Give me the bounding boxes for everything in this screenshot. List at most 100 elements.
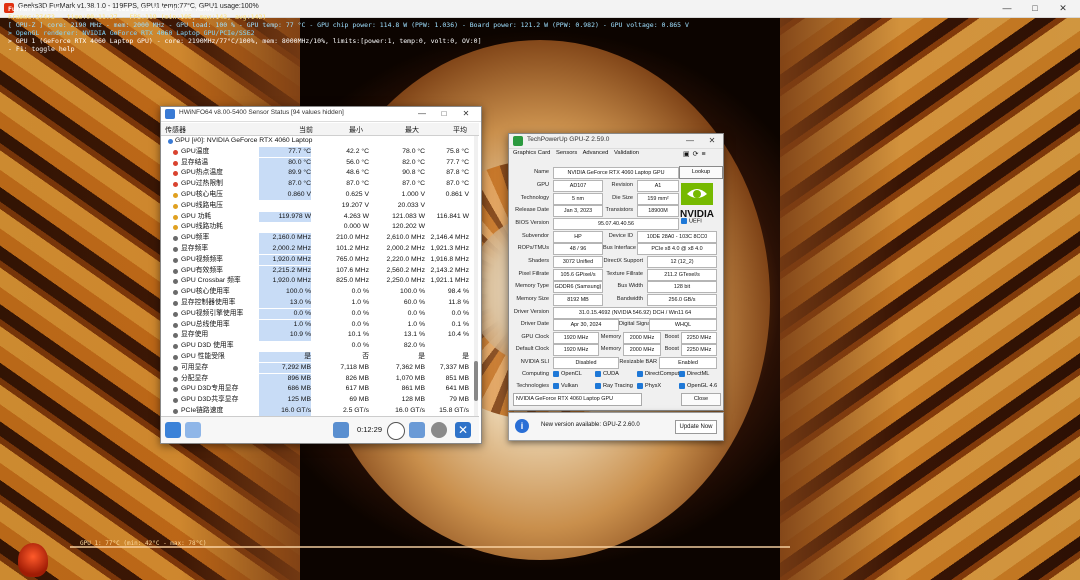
field-value[interactable]: 256.0 GB/s — [647, 294, 717, 306]
feature-checkbox[interactable]: DirectML — [679, 368, 709, 381]
maximize-button[interactable]: □ — [433, 107, 455, 121]
field-value[interactable]: 95.07.40.40.56 — [553, 218, 679, 230]
column-header[interactable]: 传感器 — [165, 125, 186, 135]
refresh-icon[interactable]: ⟳ — [693, 151, 702, 158]
report-icon[interactable] — [409, 422, 425, 438]
sensor-value-min: 87.0 °C — [346, 180, 369, 188]
column-header[interactable]: 平均 — [453, 125, 467, 135]
nav-prev-icon[interactable] — [165, 422, 181, 438]
sensor-value-cur: 2,160.0 MHz — [259, 233, 311, 244]
network-icon[interactable] — [333, 422, 349, 438]
sensor-row[interactable]: GPU核心电压 0.860 V 0.625 V 1.000 V 0.861 V — [161, 190, 473, 201]
sensor-row[interactable]: GPU线路功耗 0.000 W 120.202 W — [161, 222, 473, 232]
sensor-row[interactable]: 显存结温 80.0 °C 56.0 °C 82.0 °C 77.7 °C — [161, 157, 473, 168]
field-value[interactable]: 18900M — [637, 205, 679, 217]
field-value[interactable]: PCIe x8 4.0 @ x8 4.0 — [637, 243, 717, 255]
field-label: Resizable BAR — [619, 359, 657, 365]
settings-icon[interactable] — [431, 422, 447, 438]
sensor-row[interactable]: GPU视频频率 1,920.0 MHz 765.0 MHz 2,220.0 MHz 1,… — [161, 254, 473, 266]
sensor-row[interactable]: GPU Crossbar 频率 1,920.0 MHz 825.0 MHz 2,250… — [161, 276, 473, 287]
field-value[interactable]: WHQL — [649, 319, 717, 331]
minimize-button[interactable]: — — [679, 134, 701, 148]
sensor-row[interactable]: GPU频率 2,160.0 MHz 210.0 MHz 2,610.0 MHz 2,14… — [161, 233, 473, 244]
tab-sensors[interactable]: Sensors — [556, 150, 577, 156]
hwinfo-titlebar[interactable]: HWiNFO64 v8.00-5400 Sensor Status [94 va… — [161, 107, 481, 122]
sensor-row[interactable]: GPU热点温度 89.9 °C 48.6 °C 90.8 °C 87.8 °C — [161, 168, 473, 179]
sensor-row[interactable]: GPU核心使用率 100.0 % 0.0 % 100.0 % 98.4 % — [161, 287, 473, 298]
gpuz-titlebar[interactable]: TechPowerUp GPU-Z 2.59.0 — ✕ — [509, 134, 723, 149]
field-value[interactable]: 48 / 96 — [553, 243, 603, 255]
field-value[interactable]: A1 — [637, 180, 679, 192]
sensor-row[interactable]: GPU有效频率 2,215.2 MHz 107.6 MHz 2,560.2 MHz 2,… — [161, 265, 473, 276]
sensor-row[interactable]: GPU温度 77.7 °C 42.2 °C 78.0 °C 75.8 °C — [161, 146, 473, 158]
sensor-icon — [173, 301, 178, 306]
sensor-row[interactable]: GPU 功耗 119.978 W 4.263 W 121.083 W 116.841 W — [161, 211, 473, 222]
lookup-button[interactable]: Lookup — [679, 166, 723, 179]
tab-validation[interactable]: Validation — [614, 150, 639, 156]
column-header[interactable]: 最大 — [405, 125, 419, 135]
nav-next-icon[interactable] — [185, 422, 201, 438]
hwinfo-window[interactable]: HWiNFO64 v8.00-5400 Sensor Status [94 va… — [160, 106, 482, 444]
close-button[interactable]: ✕ — [455, 107, 477, 121]
feature-checkbox[interactable]: OpenGL 4.6 — [679, 380, 717, 393]
field-value[interactable]: 1920 MHz — [553, 344, 599, 356]
sensor-icon — [173, 268, 178, 274]
feature-checkbox[interactable]: DirectCompute — [637, 368, 682, 381]
close-button[interactable]: ✕ — [701, 134, 723, 148]
field-value[interactable]: GDDR6 (Samsung) — [553, 281, 603, 293]
sensor-row[interactable]: GPU 性能受限 是 否 是 是 — [161, 352, 473, 363]
feature-checkbox[interactable]: Vulkan — [553, 380, 578, 393]
sensor-row[interactable]: 显存使用 10.9 % 10.1 % 13.1 % 10.4 % — [161, 330, 473, 341]
feature-checkbox[interactable]: OpenCL — [553, 368, 582, 381]
field-value[interactable]: 128 bit — [647, 281, 717, 293]
field-value[interactable]: NVIDIA GeForce RTX 4060 Laptop GPU — [553, 167, 679, 179]
sensor-row[interactable]: GPU D3D专用显存 686 MB 617 MB 861 MB 641 MB — [161, 384, 473, 395]
sensor-row[interactable]: GPU视频引擎使用率 0.0 % 0.0 % 0.0 % 0.0 % — [161, 308, 473, 320]
field-value[interactable]: 2250 MHz — [681, 344, 717, 356]
sensor-name: GPU D3D 使用率 — [181, 342, 234, 350]
sensor-row[interactable]: PCIe链路速度 16.0 GT/s 2.5 GT/s 16.0 GT/s 15.8 G… — [161, 406, 473, 417]
tab-graphics-card[interactable]: Graphics Card — [513, 150, 550, 156]
field-value[interactable]: Apr 30, 2024 — [553, 319, 619, 331]
feature-checkbox[interactable]: PhysX — [637, 380, 661, 393]
sensor-row[interactable]: 显存控制器使用率 13.0 % 1.0 % 60.0 % 11.8 % — [161, 298, 473, 309]
menu-icon[interactable]: ≡ — [702, 151, 709, 158]
sensor-row[interactable]: 可用显存 7,292 MB 7,118 MB 7,362 MB 7,337 MB — [161, 362, 473, 374]
field-value[interactable]: Jan 3, 2023 — [553, 205, 603, 217]
feature-checkbox[interactable]: Ray Tracing — [595, 380, 633, 393]
feature-checkbox[interactable]: CUDA — [595, 368, 619, 381]
sensor-value-avg: 0.861 V — [445, 191, 469, 198]
update-now-button[interactable]: Update Now — [675, 420, 717, 434]
minimize-button[interactable]: — — [996, 1, 1018, 15]
close-button[interactable]: Close — [681, 393, 721, 406]
tab-advanced[interactable]: Advanced — [583, 150, 609, 156]
sensor-row[interactable]: 分配显存 896 MB 826 MB 1,070 MB 851 MB — [161, 373, 473, 384]
field-value[interactable]: 12 (12_2) — [647, 256, 717, 268]
sensor-value-min: 826 MB — [345, 374, 369, 382]
scrollbar-thumb[interactable] — [474, 361, 478, 401]
field-value[interactable]: 3072 Unified — [553, 256, 603, 268]
sensor-row[interactable]: GPU线路电压 19.207 V 20.033 V — [161, 201, 473, 211]
clock-icon[interactable] — [387, 422, 405, 440]
sensor-value-min: 210.0 MHz — [336, 234, 369, 242]
sensor-name: 分配显存 — [181, 374, 209, 382]
sensor-row[interactable]: 显存频率 2,000.2 MHz 101.2 MHz 2,000.2 MHz 1,921… — [161, 244, 473, 255]
sensor-group-row[interactable]: GPU [#0]: NVIDIA GeForce RTX 4060 Laptop — [161, 136, 473, 146]
gpuz-window[interactable]: TechPowerUp GPU-Z 2.59.0 — ✕ Graphics Ca… — [508, 133, 724, 411]
column-header[interactable]: 当前 — [299, 125, 313, 135]
sensor-row[interactable]: GPU D3D共享显存 125 MB 69 MB 128 MB 79 MB — [161, 395, 473, 406]
scrollbar[interactable] — [474, 136, 478, 418]
close-icon[interactable]: ✕ — [455, 422, 471, 438]
field-value[interactable]: 8192 MB — [553, 294, 603, 306]
camera-icon[interactable]: ▣ — [683, 151, 693, 158]
maximize-button[interactable]: □ — [1024, 1, 1046, 15]
column-header[interactable]: 最小 — [349, 125, 363, 135]
gpu-select[interactable]: NVIDIA GeForce RTX 4060 Laptop GPU — [513, 393, 642, 406]
sensor-row[interactable]: GPU总线使用率 1.0 % 0.0 % 1.0 % 0.1 % — [161, 319, 473, 330]
sensor-row[interactable]: GPU D3D 使用率 0.0 % 82.0 % — [161, 341, 473, 351]
close-button[interactable]: ✕ — [1052, 1, 1074, 15]
sensor-row[interactable]: GPU过热限制 87.0 °C 87.0 °C 87.0 °C 87.0 °C — [161, 179, 473, 190]
minimize-button[interactable]: — — [411, 107, 433, 121]
field-value[interactable]: AD107 — [553, 180, 603, 192]
field-value[interactable]: 2000 MHz — [623, 344, 661, 356]
